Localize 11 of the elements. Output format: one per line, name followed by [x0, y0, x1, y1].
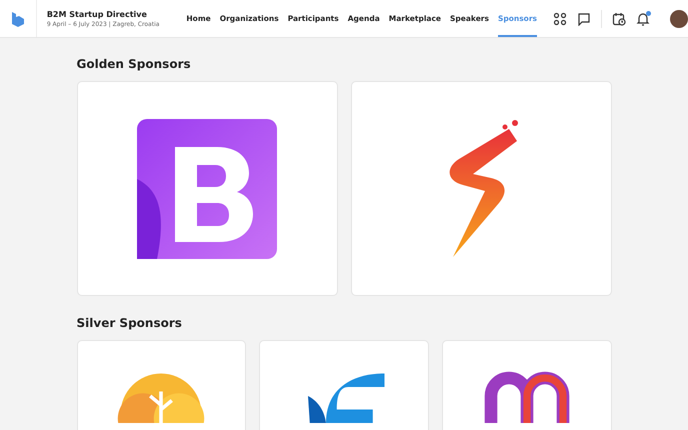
- sponsor-card[interactable]: [350, 81, 612, 296]
- user-avatar[interactable]: [670, 10, 688, 28]
- chat-icon[interactable]: [577, 12, 591, 26]
- sponsor-card[interactable]: [76, 81, 338, 296]
- bell-icon[interactable]: [636, 12, 650, 26]
- event-title: B2M Startup Directive: [46, 10, 148, 18]
- calendar-clock-icon[interactable]: [612, 12, 626, 26]
- app-logo[interactable]: [10, 10, 25, 26]
- section-title: Silver Sponsors: [76, 316, 183, 330]
- apps-grid-icon[interactable]: [553, 12, 567, 26]
- section-title: Golden Sponsors: [76, 57, 192, 71]
